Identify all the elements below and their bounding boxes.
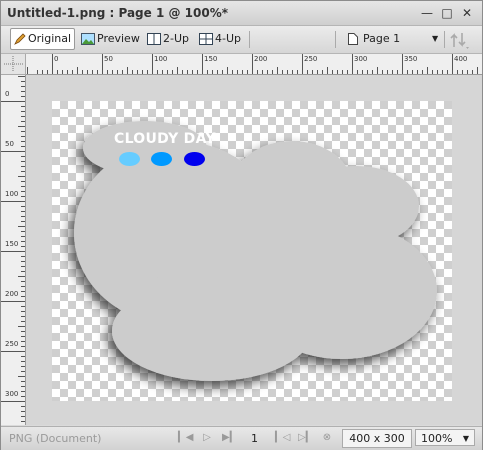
ruler-label: 350 (404, 55, 418, 63)
minimize-icon[interactable]: — (419, 5, 435, 21)
four-up-icon (199, 33, 213, 45)
page-icon (348, 33, 358, 45)
cloud-artwork[interactable] (52, 101, 452, 401)
export-icon[interactable] (450, 31, 470, 49)
toolbar-divider (444, 31, 445, 48)
pencil-icon (14, 33, 26, 45)
toolbar-divider (249, 31, 250, 48)
document-canvas[interactable]: CLOUDY DAY (52, 101, 452, 401)
ruler-label: 250 (5, 340, 19, 348)
maximize-icon[interactable]: □ (439, 5, 455, 21)
page-select[interactable]: Page 1 ▼ (342, 29, 442, 49)
ruler-label: 200 (5, 290, 19, 298)
current-page-number: 1 (251, 432, 258, 445)
vertical-ruler-ticks (1, 76, 25, 422)
title-bar[interactable]: Untitled-1.png : Page 1 @ 100%* — □ ✕ (1, 1, 482, 26)
canvas-area[interactable]: CLOUDY DAY (26, 75, 482, 425)
previous-frame-icon[interactable]: ▎◁ (275, 431, 290, 445)
vertical-ruler: 0 50 100 150 200 250 300 (1, 75, 26, 425)
ruler-label: 400 (454, 55, 468, 63)
two-up-icon (147, 33, 161, 45)
ruler-label: 100 (5, 190, 19, 198)
four-up-view-button[interactable]: 4-Up (196, 29, 244, 49)
ruler-corner (1, 54, 26, 75)
preview-view-label: Preview (97, 32, 140, 45)
window-title: Untitled-1.png : Page 1 @ 100%* (7, 6, 229, 20)
ruler-label: 50 (104, 55, 113, 63)
two-up-view-label: 2-Up (163, 32, 190, 45)
original-view-button[interactable]: Original (10, 28, 76, 50)
last-page-icon[interactable]: ▶▎ (222, 431, 237, 445)
image-icon (81, 33, 95, 45)
ruler-label: 300 (5, 390, 19, 398)
zoom-value: 100% (421, 432, 453, 445)
play-icon[interactable]: ▷ (200, 431, 214, 445)
toolbar-divider (335, 31, 336, 48)
document-window: Untitled-1.png : Page 1 @ 100%* — □ ✕ Or… (0, 0, 483, 450)
close-icon[interactable]: ✕ (459, 5, 475, 21)
horizontal-ruler: 0 50 100 150 200 250 300 350 400 (26, 54, 482, 75)
first-page-icon[interactable]: ▎◀ (178, 431, 193, 445)
original-view-label: Original (28, 32, 72, 45)
status-bar: PNG (Document) ▎◀ ▷ ▶▎ 1 ▎◁ ▷▎ ⊗ 400 x 3… (1, 426, 482, 450)
ruler-label: 150 (5, 240, 19, 248)
canvas-size-field[interactable]: 400 x 300 (342, 429, 412, 448)
page-select-value: Page 1 (363, 32, 401, 45)
preview-view-button[interactable]: Preview (78, 29, 143, 49)
zoom-select[interactable]: 100% ▼ (415, 429, 475, 446)
next-frame-icon[interactable]: ▷▎ (298, 431, 313, 445)
ruler-origin-icon (4, 56, 23, 72)
two-up-view-button[interactable]: 2-Up (144, 29, 192, 49)
light-blue-dot (119, 152, 140, 166)
ruler-label: 0 (5, 90, 10, 98)
ruler-label: 250 (304, 55, 318, 63)
blue-dot (151, 152, 172, 166)
ruler-label: 50 (5, 140, 14, 148)
stop-icon[interactable]: ⊗ (320, 431, 334, 445)
ruler-label: 100 (154, 55, 168, 63)
four-up-view-label: 4-Up (215, 32, 242, 45)
cloudy-day-headline: CLOUDY DAY (114, 131, 216, 147)
document-type: PNG (Document) (9, 432, 102, 445)
ruler-label: 300 (354, 55, 368, 63)
view-toolbar: Original Preview 2-Up 4-Up Page 1 ▼ (1, 26, 482, 54)
chevron-down-icon: ▼ (462, 434, 469, 443)
chevron-down-icon: ▼ (432, 34, 439, 43)
ruler-label: 0 (54, 55, 59, 63)
dark-blue-dot (184, 152, 205, 166)
ruler-label: 200 (254, 55, 268, 63)
ruler-label: 150 (204, 55, 218, 63)
